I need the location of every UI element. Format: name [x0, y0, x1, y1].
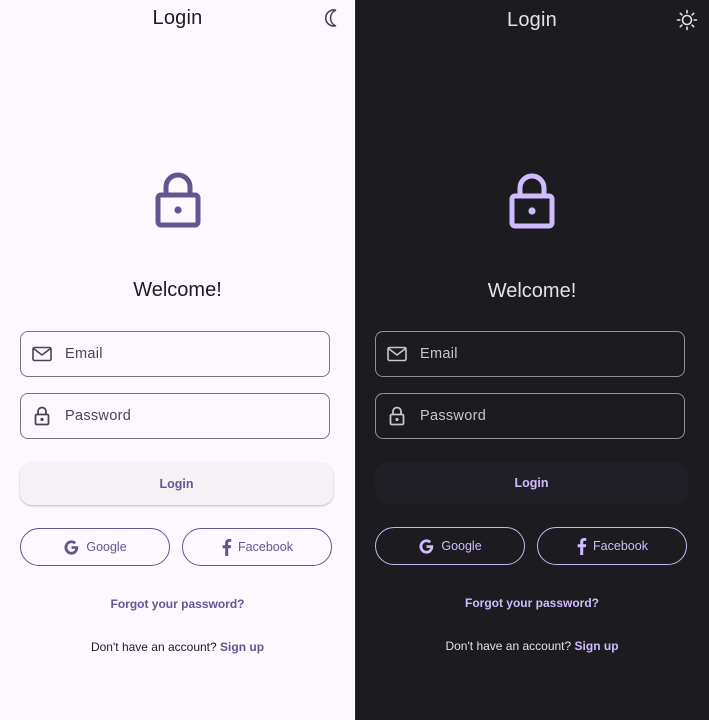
signup-row: Don't have an account? Sign up	[355, 639, 709, 653]
divider	[355, 0, 356, 720]
page-title: Login	[507, 9, 557, 31]
signup-link[interactable]: Sign up	[575, 639, 619, 653]
password-field[interactable]: Password	[20, 393, 330, 439]
light-theme-panel: Login Welcome! Email Password Login Goog…	[0, 0, 355, 720]
facebook-button[interactable]: Facebook	[182, 528, 332, 566]
page-title: Login	[152, 7, 203, 29]
theme-toggle-button[interactable]	[674, 7, 700, 33]
facebook-label: Facebook	[593, 539, 648, 553]
app-bar: Login	[0, 0, 355, 40]
welcome-heading: Welcome!	[133, 279, 222, 301]
lock-small-icon	[32, 406, 52, 426]
lock-icon	[155, 172, 200, 228]
lock-icon	[509, 173, 555, 229]
google-label: Google	[441, 539, 482, 553]
mail-icon	[387, 344, 407, 364]
email-field[interactable]: Email	[20, 331, 330, 377]
facebook-label: Facebook	[238, 540, 293, 554]
password-placeholder: Password	[65, 408, 132, 424]
no-account-text: Don't have an account?	[445, 639, 572, 653]
lock-small-icon	[387, 406, 407, 426]
theme-toggle-button[interactable]	[319, 5, 345, 31]
facebook-icon	[576, 537, 587, 555]
forgot-password-link[interactable]: Forgot your password?	[355, 596, 709, 610]
google-button[interactable]: Google	[375, 527, 525, 565]
password-placeholder: Password	[420, 408, 487, 424]
google-label: Google	[86, 540, 127, 554]
lock-icon-container	[355, 171, 709, 229]
mail-icon	[32, 344, 52, 364]
sun-icon	[676, 9, 698, 31]
lock-icon-container	[0, 170, 355, 228]
welcome-heading: Welcome!	[487, 280, 577, 302]
dark-theme-panel: Login Welcome! Email Password Login Goog…	[355, 0, 709, 720]
moon-icon	[324, 9, 337, 27]
email-field[interactable]: Email	[375, 331, 685, 377]
signup-link[interactable]: Sign up	[220, 640, 264, 654]
google-icon	[63, 539, 80, 556]
app-bar: Login	[355, 2, 709, 42]
login-button[interactable]: Login	[20, 463, 333, 505]
facebook-button[interactable]: Facebook	[537, 527, 687, 565]
no-account-text: Don't have an account?	[90, 640, 217, 654]
facebook-icon	[221, 538, 232, 556]
login-button[interactable]: Login	[375, 462, 688, 504]
google-button[interactable]: Google	[20, 528, 170, 566]
signup-row: Don't have an account? Sign up	[0, 640, 355, 654]
screen: Login Welcome! Email Password Login Goog…	[0, 0, 709, 720]
password-field[interactable]: Password	[375, 393, 685, 439]
email-placeholder: Email	[420, 346, 458, 362]
forgot-password-link[interactable]: Forgot your password?	[0, 597, 355, 611]
email-placeholder: Email	[65, 346, 103, 362]
google-icon	[418, 538, 435, 555]
